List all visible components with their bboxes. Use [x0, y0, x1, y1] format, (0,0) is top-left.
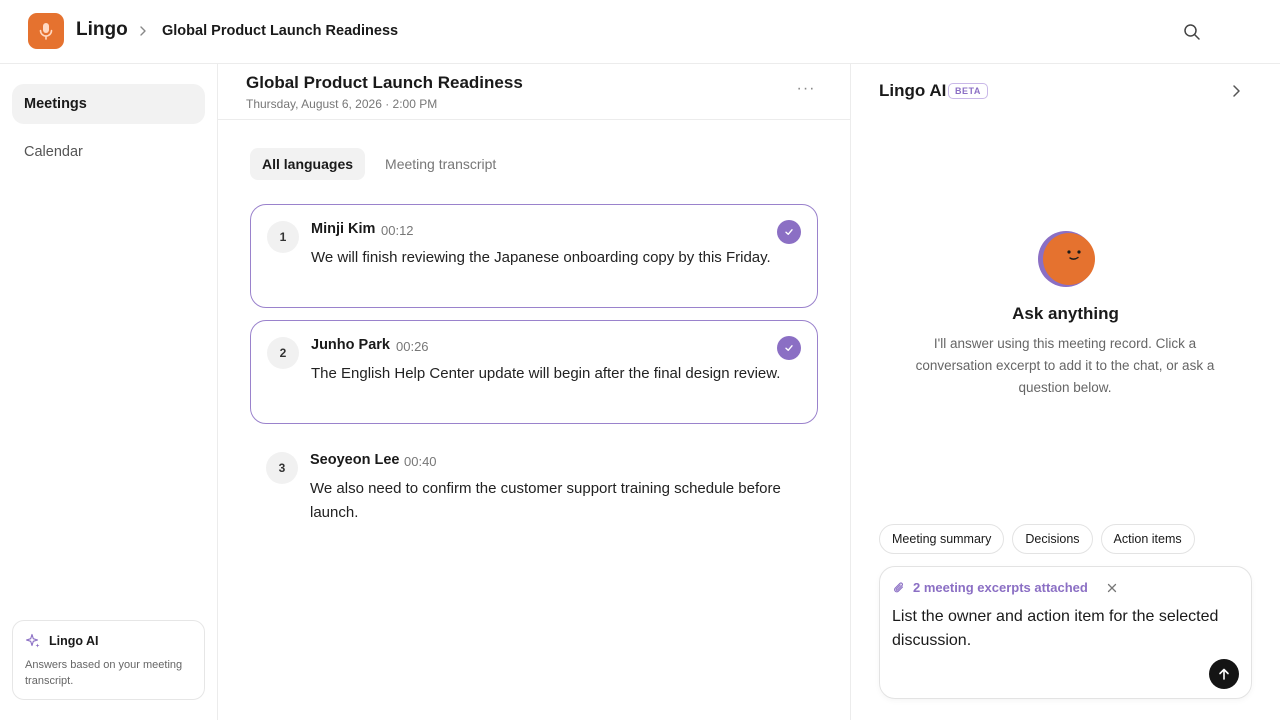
selected-check-icon[interactable]	[777, 336, 801, 360]
transcript-tabs: All languages Meeting transcript	[250, 148, 508, 180]
tab-meeting-transcript[interactable]: Meeting transcript	[373, 148, 508, 180]
excerpt-text: We also need to confirm the customer sup…	[310, 480, 781, 521]
chevron-right-icon[interactable]	[1228, 81, 1246, 101]
transcript-excerpt[interactable]: 2 Junho Park 00:26 The English Help Cent…	[250, 320, 818, 424]
breadcrumb-title[interactable]: Global Product Launch Readiness	[162, 23, 398, 39]
excerpt-number: 2	[267, 337, 299, 369]
top-bar: Lingo Global Product Launch Readiness	[0, 0, 1280, 64]
meeting-title: Global Product Launch Readiness	[246, 73, 523, 92]
ask-description: I'll answer using this meeting record. C…	[915, 336, 1215, 395]
mic-icon	[39, 23, 53, 40]
meeting-panel: Global Product Launch Readiness Thursday…	[218, 64, 851, 720]
arrow-up-icon	[1219, 668, 1229, 680]
chip-decisions[interactable]: Decisions	[1012, 524, 1093, 554]
meeting-header: Global Product Launch Readiness Thursday…	[218, 64, 850, 120]
ai-card-title: Lingo AI	[49, 634, 99, 648]
sidebar-item-calendar[interactable]: Calendar	[12, 132, 205, 172]
ai-card-description: Answers based on your meeting transcript…	[25, 659, 183, 687]
mascot-avatar	[1038, 231, 1095, 287]
sidebar: Meetings Calendar Lingo AI Answers based…	[0, 64, 218, 720]
speaker-name: Seoyeon Lee	[310, 452, 400, 468]
lingo-ai-card[interactable]: Lingo AI Answers based on your meeting t…	[12, 620, 205, 700]
transcript-excerpt[interactable]: 1 Minji Kim 00:12 We will finish reviewi…	[250, 204, 818, 308]
timestamp: 00:26	[396, 339, 429, 354]
attachment-row: 2 meeting excerpts attached	[893, 580, 1119, 595]
close-icon[interactable]	[1105, 581, 1119, 595]
selected-check-icon[interactable]	[777, 220, 801, 244]
timestamp: 00:12	[381, 223, 414, 238]
transcript-excerpt[interactable]: 3 Seoyeon Lee 00:40 We also need to conf…	[250, 436, 818, 540]
app-name: Lingo	[76, 19, 128, 40]
speaker-name: Minji Kim	[311, 221, 376, 237]
app-logo[interactable]	[28, 13, 64, 49]
chevron-right-icon	[140, 26, 146, 36]
sidebar-item-label: Meetings	[24, 96, 87, 112]
sidebar-item-meetings[interactable]: Meetings	[12, 84, 205, 124]
chip-meeting-summary[interactable]: Meeting summary	[879, 524, 1005, 554]
chat-composer: 2 meeting excerpts attached List the own…	[879, 566, 1252, 699]
excerpt-number: 3	[266, 452, 298, 484]
excerpt-number: 1	[267, 221, 299, 253]
speaker-name: Junho Park	[311, 337, 390, 353]
search-icon	[1184, 24, 1200, 40]
timestamp: 00:40	[404, 454, 437, 469]
excerpt-text: We will finish reviewing the Japanese on…	[311, 249, 771, 266]
search-button[interactable]	[1180, 20, 1204, 44]
paperclip-icon	[894, 581, 904, 592]
chip-action-items[interactable]: Action items	[1100, 524, 1195, 554]
sparkle-icon	[25, 633, 40, 648]
ask-title: Ask anything	[1012, 304, 1119, 323]
chat-input[interactable]: List the owner and action item for the s…	[892, 605, 1242, 661]
meeting-date: Thursday, August 6, 2026 · 2:00 PM	[246, 97, 438, 111]
attachment-label: 2 meeting excerpts attached	[913, 580, 1088, 595]
more-options-icon[interactable]: ···	[796, 79, 816, 99]
ai-panel: Lingo AI BETA Ask anything I'll answer u…	[851, 64, 1280, 720]
suggestion-chips: Meeting summary Decisions Action items	[879, 524, 1195, 554]
beta-badge: BETA	[948, 83, 988, 99]
ai-panel-title: Lingo AI	[879, 81, 947, 100]
sidebar-item-label: Calendar	[24, 144, 83, 160]
send-button[interactable]	[1209, 659, 1239, 689]
excerpt-text: The English Help Center update will begi…	[311, 365, 781, 382]
tab-all-languages[interactable]: All languages	[250, 148, 366, 180]
